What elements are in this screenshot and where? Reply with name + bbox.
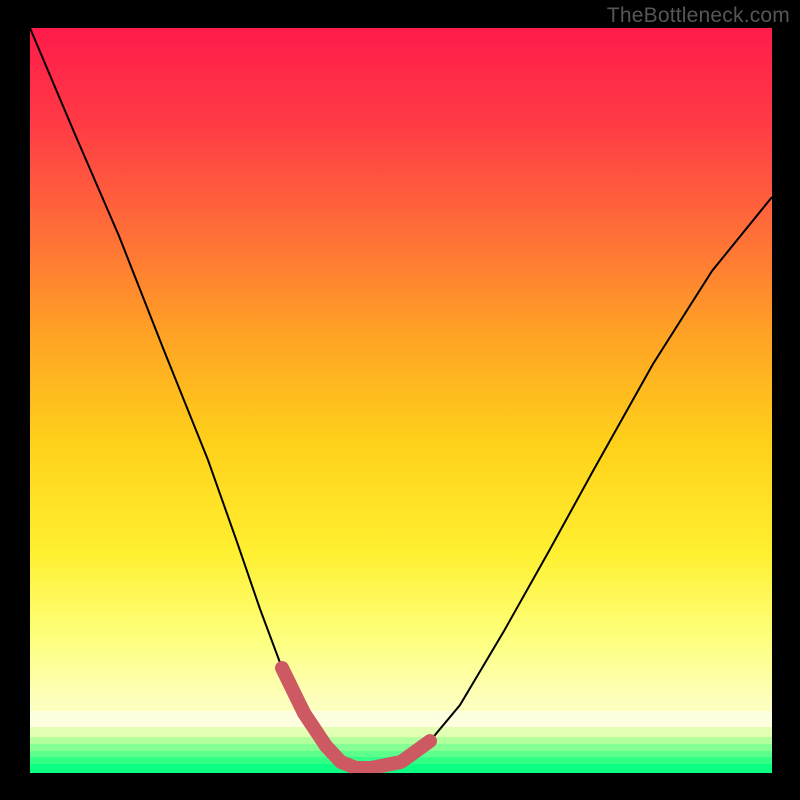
bg-band <box>30 737 772 744</box>
watermark-text: TheBottleneck.com <box>607 4 790 28</box>
bg-band <box>30 727 772 737</box>
chart-svg <box>0 0 800 800</box>
bg-gradient <box>30 28 772 702</box>
bg-band <box>30 711 772 727</box>
bg-band <box>30 702 772 711</box>
plot-background <box>30 28 772 773</box>
chart-frame: TheBottleneck.com <box>0 0 800 800</box>
bg-band <box>30 744 772 751</box>
